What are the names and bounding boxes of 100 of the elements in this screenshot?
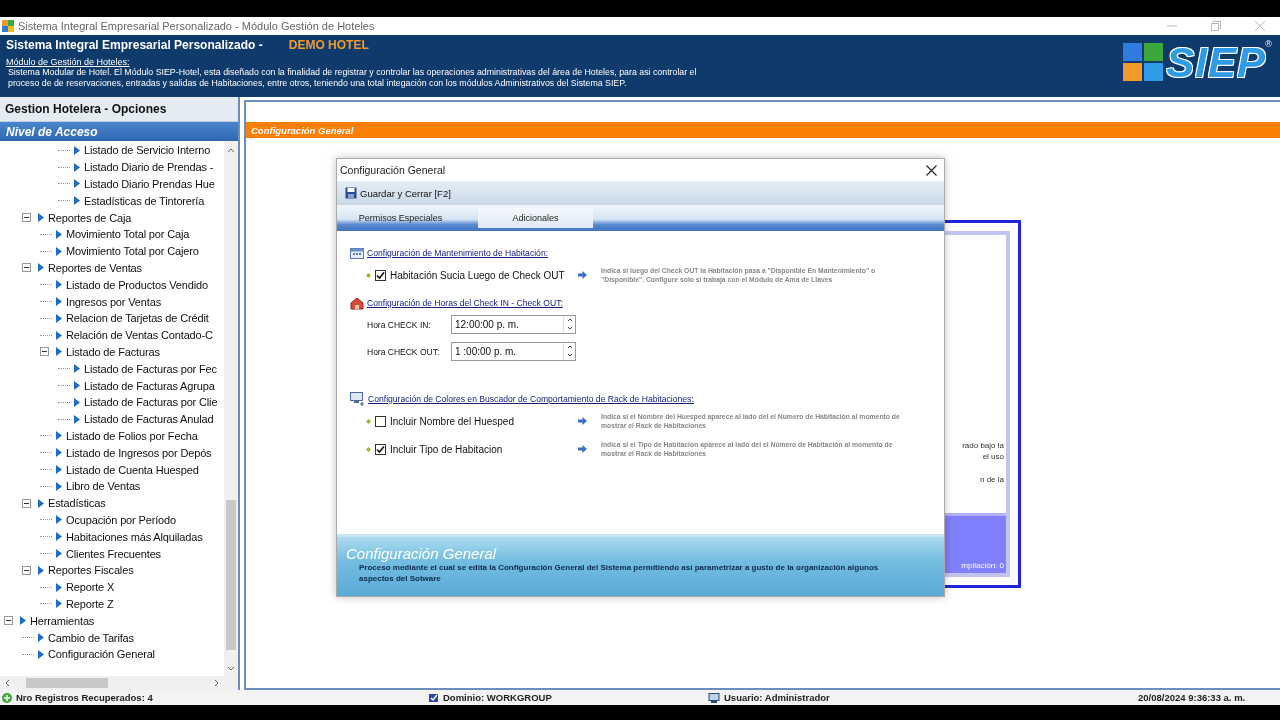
tree-item[interactable]: Listado de Facturas Agrupa [84,379,215,392]
tree-item[interactable]: Listado Diario de Prendas - [84,161,214,174]
triangle-icon [20,616,26,626]
bullet-icon [366,418,371,424]
save-close-button[interactable]: Guardar y Cerrar [F2] [345,187,451,199]
tree-item[interactable]: Listado de Cuenta Huesped [66,463,199,476]
tab[interactable]: Adicionales [478,208,593,228]
status-text: Usuario: Administrador [724,692,830,703]
scroll-left-icon[interactable] [4,679,10,687]
close-icon[interactable] [925,164,937,176]
tree-item[interactable]: Ocupación por Período [66,513,176,526]
company-name: DEMO HOTEL [288,38,369,52]
checkbox[interactable] [375,269,386,281]
monitor-icon [350,392,365,406]
computer-icon [708,692,720,703]
bullet-icon [366,272,371,278]
app-icon [2,20,14,32]
tree-item[interactable]: Reportes de Ventas [48,261,142,274]
tree-item[interactable]: Movimiento Total por Cajero [66,245,199,258]
vertical-scrollbar[interactable] [224,141,238,676]
house-icon [350,296,364,310]
tree-item[interactable]: Listado Diario Prendas Hue [84,178,215,190]
window-title: Sistema Integral Empresarial Personalizado - Módulo Gestión de Hoteles [18,20,376,32]
panel-text: n de la [979,474,1005,485]
expand-toggle[interactable] [22,263,31,273]
tree-item[interactable]: Libro de Ventas [66,480,141,493]
tree-item[interactable]: Clientes Frecuentes [66,547,161,560]
tree-item[interactable]: Listado de Facturas [66,345,160,358]
tree-item[interactable]: Reporte Z [66,597,114,610]
sidebar-section: Nivel de Acceso [0,122,238,141]
tree-item[interactable]: Reportes Fiscales [48,564,134,577]
checkbox[interactable] [375,415,386,427]
field-label: Hora CHECK IN: [367,319,432,330]
content-title: Configuración General [246,122,1280,138]
triangle-icon [38,263,44,273]
footer-description: Proceso mediante el cual se edita la Configuración General del Sistema permitiendo así parametrizar a gusto de la organización algunos aspectos del Sotware [358,562,880,584]
tree-item[interactable]: Listado de Folios por Fecha [66,429,198,442]
section-heading: Configuración de Horas del Check IN - Check OUT: [367,298,563,308]
triangle-icon [38,498,44,508]
tree-item[interactable]: Reportes de Caja [48,211,132,224]
expand-toggle[interactable] [40,347,49,357]
module-description: Sistema Modular de Hotel. El Módulo SIEP-Hotel, esta diseñado con la finalidad de registrar y controlar las operaciones administrativas del área de Hoteles, para asi controlar el proceso de de reservaciones, entradas y salidas de Habitaciones, entre otros, teniendo una total integación con los módulos Administrativos del Sistema SIEP. [7,67,698,89]
module-title: Módulo de Gestión de Hoteles: [6,57,131,67]
header-title: Sistema Integral Empresarial Personalizado - [6,38,263,52]
status-text: Nro Registros Recuperados: 4 [16,692,153,703]
status-text: Dominio: WORKGROUP [443,692,552,703]
option-label: Habitación Sucia Luego de Check OUT [390,269,565,281]
tree-item[interactable]: Estadísticas de Tintorería [84,194,205,207]
tree-item[interactable]: Listado de Facturas Anulad [84,413,214,426]
scroll-thumb[interactable] [226,500,236,650]
status-text: 20/08/2024 9:36:33 a. m. [1138,692,1246,703]
arrow-icon [578,417,587,425]
expand-toggle[interactable] [22,565,31,575]
triangle-icon [38,565,44,575]
horizontal-scrollbar[interactable] [0,676,238,690]
scroll-up-icon[interactable] [227,147,235,153]
tree-item[interactable]: Reporte X [66,581,115,594]
tree-item[interactable]: Configuración General [48,648,155,661]
arrow-icon [578,271,587,279]
sidebar-title: Gestion Hotelera - Opciones [0,97,238,122]
tree-item[interactable]: Ingresos por Ventas [66,295,161,308]
tree-item[interactable]: Listado de Ingresos por Depós [66,446,212,459]
section-heading: Configuración de Colores en Buscador de Comportamiento de Rack de Habitaciones: [368,394,694,404]
panel-text: rado bajo la [962,440,1005,451]
expand-toggle[interactable] [22,213,31,223]
tree-item[interactable]: Cambio de Tarifas [48,631,134,644]
triangle-icon [38,213,44,223]
tab[interactable]: Permisos Especiales [343,208,458,228]
scroll-thumb[interactable] [26,678,108,688]
option-label: Incluir Nombre del Huesped [390,415,514,427]
logo-squares-icon [1123,43,1164,81]
tree-item[interactable]: Relacion de Tarjetas de Crédit [66,312,209,325]
registered-mark: ® [1265,39,1272,49]
panel-text: el uso [982,451,1005,462]
field-label: Hora CHECK OUT: [367,346,441,357]
tree-item[interactable]: Herramientas [30,614,95,627]
tree-item[interactable]: Habitaciones más Alquiladas [66,530,203,543]
arrow-icon [578,445,587,453]
checkbox[interactable] [375,443,386,455]
scroll-right-icon[interactable] [214,679,220,687]
tree-item[interactable]: Movimiento Total por Caja [66,228,190,241]
calendar-icon [350,247,364,259]
option-label: Incluir Tipo de Habitacion [390,443,503,455]
tree-item[interactable]: Relación de Ventas Contado-C [66,329,213,342]
tree-item[interactable]: Listado de Servicio Interno [84,144,211,157]
footer-title: Configuración General [346,545,498,562]
spin-box[interactable]: 12:00:00 p. m. [451,315,576,334]
tree-item[interactable]: Estadísticas [48,497,106,510]
bullet-icon [366,446,371,452]
tree-item[interactable]: Listado de Facturas por Clie [84,396,218,409]
scroll-down-icon[interactable] [227,666,235,672]
tree-item[interactable]: Listado de Facturas por Fec [84,362,217,375]
section-heading: Configuración de Mantenimiento de Habitación: [367,248,549,258]
expand-toggle[interactable] [22,498,31,508]
dialog-title: Configuración General [340,164,447,176]
tree-item[interactable]: Listado de Productos Vendido [66,278,208,291]
spin-box[interactable]: 1 :00:00 p. m. [451,342,576,361]
expand-toggle[interactable] [4,616,13,626]
logo-text: SIEP [1166,43,1266,83]
panel-footer-text: mpilación: 0 [961,561,1004,570]
